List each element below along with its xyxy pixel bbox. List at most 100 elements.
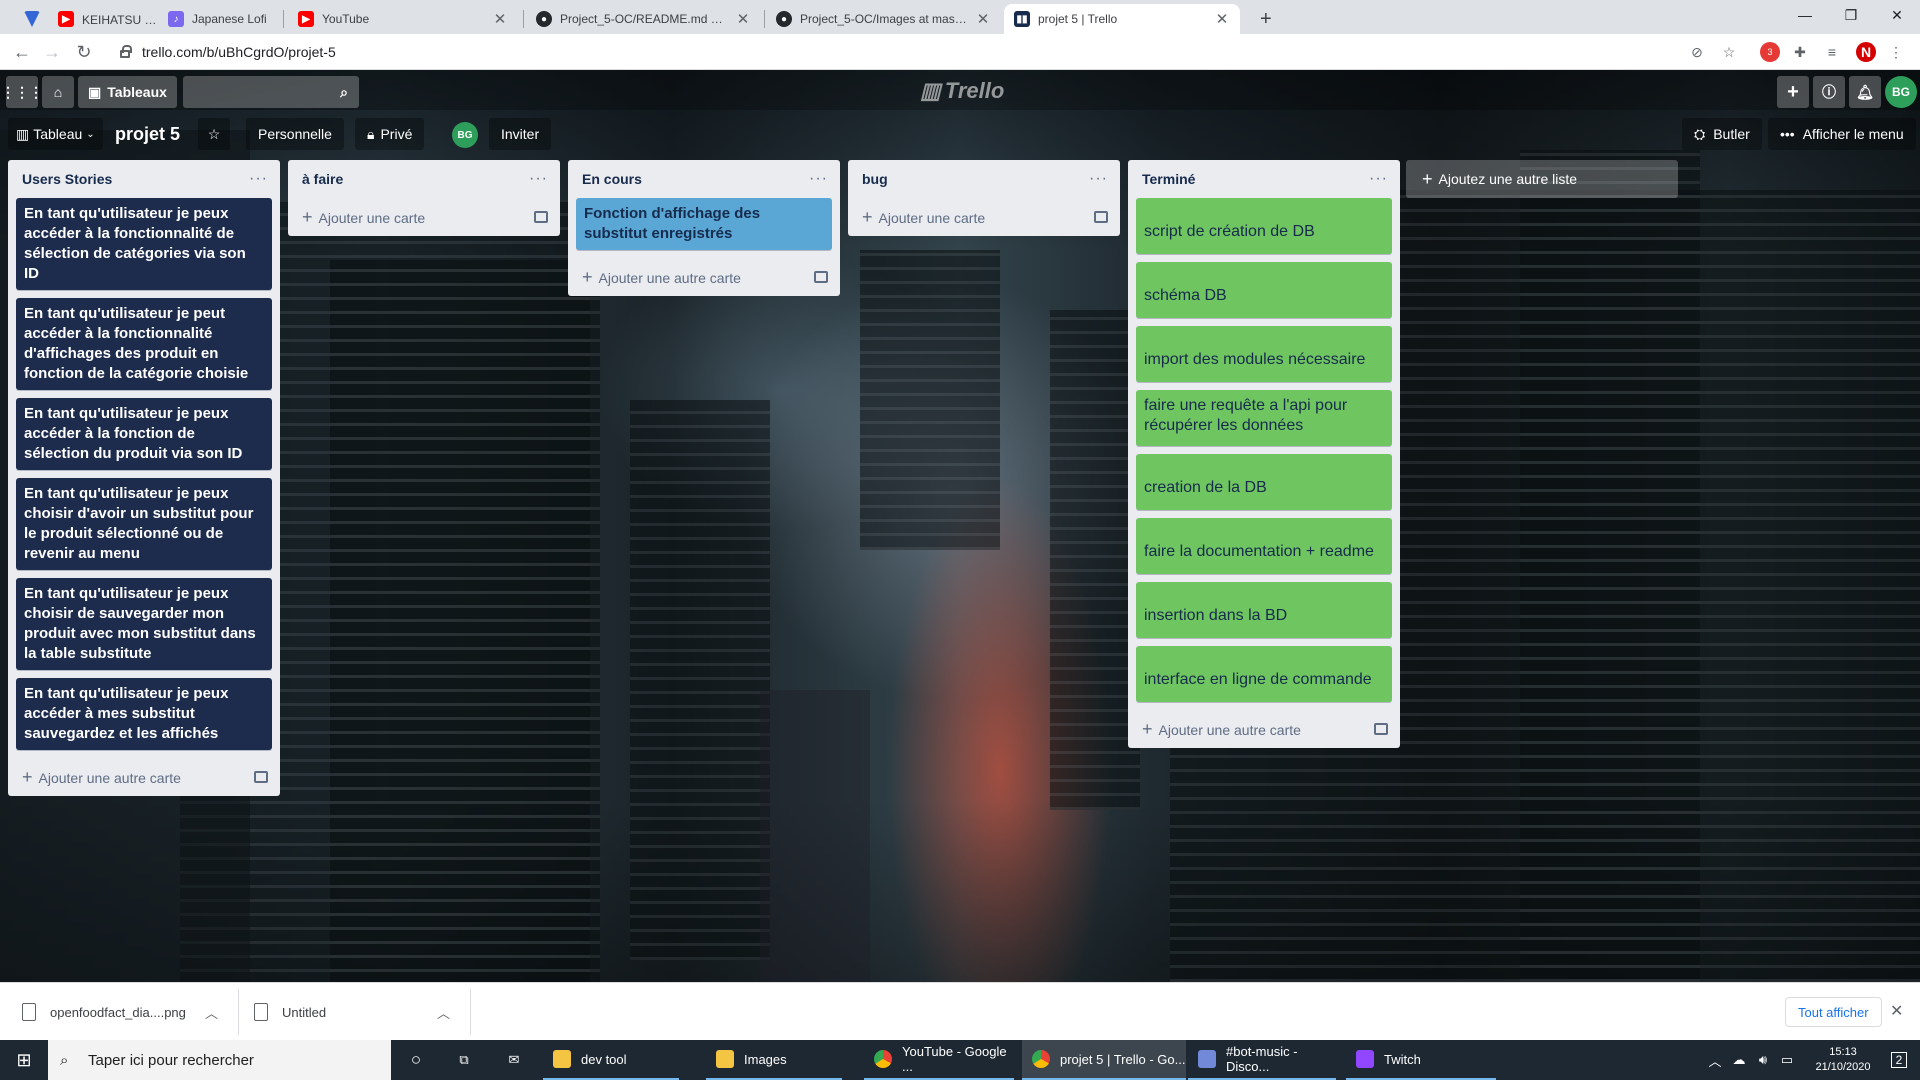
card[interactable]: En tant qu'utilisateur je peux choisir d… — [16, 478, 272, 570]
network-icon[interactable]: ▭ — [1776, 1040, 1798, 1080]
card[interactable]: script de création de DB — [1136, 198, 1392, 254]
tab-images[interactable]: ● Project_5-OC/Images at master - ✕ — [766, 4, 1001, 34]
search-icon[interactable]: ⌕ — [330, 76, 358, 108]
reading-list-icon[interactable]: ≡ — [1822, 42, 1842, 62]
card[interactable]: interface en ligne de commande — [1136, 646, 1392, 702]
info-icon[interactable]: ⓘ — [1813, 76, 1845, 108]
card[interactable]: creation de la DB — [1136, 454, 1392, 510]
add-card-button[interactable]: + Ajouter une carte — [296, 198, 552, 236]
card[interactable]: schéma DB — [1136, 262, 1392, 318]
reload-icon[interactable]: ↻ — [70, 38, 98, 66]
list-title[interactable]: bug — [862, 171, 888, 187]
close-tab-icon[interactable]: ✕ — [492, 10, 508, 28]
close-tab-icon[interactable]: ✕ — [735, 10, 751, 28]
card-template-icon[interactable] — [534, 211, 548, 223]
list-menu-icon[interactable]: ··· — [529, 170, 548, 188]
kebab-menu-icon[interactable]: ⋮ — [1886, 42, 1906, 62]
add-card-button[interactable]: + Ajouter une carte — [856, 198, 1112, 236]
cortana-icon[interactable]: ○ — [400, 1040, 432, 1080]
close-window-button[interactable]: ✕ — [1874, 0, 1920, 30]
windows-start-icon[interactable]: ⊞ — [0, 1040, 48, 1080]
clock[interactable]: 15:13 21/10/2020 — [1800, 1040, 1886, 1080]
list-title[interactable]: Users Stories — [22, 171, 112, 187]
taskbar-app-discord[interactable]: #bot-music - Disco... — [1188, 1040, 1336, 1080]
star-icon[interactable]: ☆ — [1719, 42, 1739, 62]
show-menu-button[interactable]: ••• Afficher le menu — [1768, 118, 1916, 150]
mail-icon[interactable]: ✉ — [498, 1040, 530, 1080]
add-list-button[interactable]: + Ajoutez une autre liste — [1406, 160, 1678, 198]
close-tab-icon[interactable]: ✕ — [1214, 10, 1230, 28]
team-visibility-button[interactable]: Personnelle — [246, 118, 344, 150]
card-template-icon[interactable] — [1094, 211, 1108, 223]
card-template-icon[interactable] — [814, 271, 828, 283]
close-downloads-icon[interactable]: ✕ — [1890, 1001, 1903, 1021]
chevron-up-icon[interactable]: ︿ — [1704, 1040, 1726, 1080]
tab-keihatsu[interactable]: ▶ KEIHATSU 啓発 — [48, 4, 170, 34]
card[interactable]: En tant qu'utilisateur je peux accéder à… — [16, 198, 272, 290]
task-view-icon[interactable]: ⧉ — [448, 1040, 480, 1080]
taskbar-app-twitch[interactable]: Twitch — [1346, 1040, 1496, 1080]
card[interactable]: En tant qu'utilisateur je peux accéder à… — [16, 678, 272, 750]
puzzle-extension-icon[interactable]: ✚ — [1790, 42, 1810, 62]
close-tab-icon[interactable]: ✕ — [975, 10, 991, 28]
board-title[interactable]: projet 5 — [115, 118, 180, 150]
list-menu-icon[interactable]: ··· — [1089, 170, 1108, 188]
profile-n-icon[interactable]: N — [1856, 42, 1876, 62]
card[interactable]: insertion dans la BD — [1136, 582, 1392, 638]
card[interactable]: En tant qu'utilisateur je peux choisir d… — [16, 578, 272, 670]
create-plus-icon[interactable]: + — [1777, 76, 1809, 108]
card[interactable]: faire une requête a l'api pour récupérer… — [1136, 390, 1392, 446]
card[interactable]: faire la documentation + readme — [1136, 518, 1392, 574]
list-menu-icon[interactable]: ··· — [809, 170, 828, 188]
tab-japanese-lofi[interactable]: ♪ Japanese Lofi — [158, 4, 288, 34]
tab-youtube[interactable]: ▶ YouTube ✕ — [288, 4, 518, 34]
adblock-extension-icon[interactable]: 3 — [1760, 42, 1780, 62]
restore-button[interactable]: ❐ — [1828, 0, 1874, 30]
address-bar[interactable]: trello.com/b/uBhCgrdO/projet-5 — [116, 38, 1676, 66]
taskbar-search-box[interactable]: ⌕ Taper ici pour rechercher — [48, 1040, 391, 1080]
card[interactable]: Fonction d'affichage des substitut enreg… — [576, 198, 832, 250]
forward-arrow-icon[interactable]: → — [38, 38, 66, 66]
list-title[interactable]: à faire — [302, 171, 343, 187]
notification-center-icon[interactable]: 2 — [1882, 1040, 1916, 1080]
taskbar-app-dev-tool[interactable]: dev tool — [543, 1040, 679, 1080]
tab-trello-active[interactable]: ▮▮ projet 5 | Trello ✕ — [1004, 4, 1240, 34]
download-item[interactable]: openfoodfact_dia....png ︿ — [22, 993, 232, 1031]
list-menu-icon[interactable]: ··· — [249, 170, 268, 188]
new-tab-button[interactable]: + — [1250, 4, 1280, 34]
card-template-icon[interactable] — [254, 771, 268, 783]
chevron-up-icon[interactable]: ︿ — [205, 1003, 218, 1022]
list-menu-icon[interactable]: ··· — [1369, 170, 1388, 188]
user-avatar[interactable]: BG — [1885, 76, 1917, 108]
invite-button[interactable]: Inviter — [489, 118, 552, 150]
taskbar-app-youtube-chrome[interactable]: YouTube - Google ... — [864, 1040, 1014, 1080]
tab-readme[interactable]: ● Project_5-OC/README.md at ma ✕ — [526, 4, 761, 34]
download-item[interactable]: Untitled ︿ — [254, 993, 464, 1031]
star-board-icon[interactable]: ☆ — [198, 118, 230, 150]
privacy-button[interactable]: 🔒︎ Privé — [355, 118, 425, 150]
add-card-button[interactable]: + Ajouter une autre carte — [16, 758, 272, 796]
home-icon[interactable]: ⌂ — [42, 76, 74, 108]
apps-grid-icon[interactable]: ⋮⋮⋮ — [1, 76, 43, 108]
card[interactable]: En tant qu'utilisateur je peux accéder à… — [16, 398, 272, 470]
board-view-switcher[interactable]: ▥ Tableau ⌄ — [8, 118, 103, 150]
onedrive-cloud-icon[interactable]: ☁ — [1728, 1040, 1750, 1080]
volume-icon[interactable]: 🔊︎ — [1752, 1040, 1774, 1080]
member-avatar[interactable]: BG — [452, 122, 478, 148]
taskbar-app-trello-chrome[interactable]: projet 5 | Trello - Go... — [1022, 1040, 1186, 1080]
chevron-up-icon[interactable]: ︿ — [437, 1003, 450, 1022]
card[interactable]: En tant qu'utilisateur je peut accéder à… — [16, 298, 272, 390]
list-title[interactable]: Terminé — [1142, 171, 1195, 187]
taskbar-app-images[interactable]: Images — [706, 1040, 842, 1080]
back-arrow-icon[interactable]: ← — [8, 38, 36, 66]
list-title[interactable]: En cours — [582, 171, 642, 187]
boards-button[interactable]: ▣ Tableaux — [78, 76, 177, 108]
notification-bell-icon[interactable]: 🔔︎ — [1849, 76, 1881, 108]
butler-button[interactable]: ⛭ Butler — [1682, 118, 1762, 150]
show-all-downloads-button[interactable]: Tout afficher — [1785, 997, 1882, 1027]
add-card-button[interactable]: + Ajouter une autre carte — [1136, 710, 1392, 748]
card-template-icon[interactable] — [1374, 723, 1388, 735]
eye-off-icon[interactable]: ⊘ — [1687, 42, 1707, 62]
card[interactable]: import des modules nécessaire — [1136, 326, 1392, 382]
add-card-button[interactable]: + Ajouter une autre carte — [576, 258, 832, 296]
